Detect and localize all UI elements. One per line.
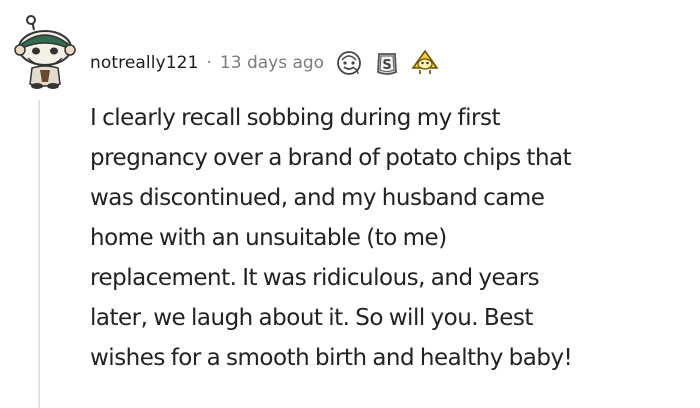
comment-body-line: home with an unsuitable (to me) <box>90 225 447 251</box>
comment-timestamp[interactable]: 13 days ago <box>220 53 324 73</box>
comment-body-line: later, we laugh about it. So will you. B… <box>90 305 533 331</box>
thread-line[interactable] <box>38 100 40 408</box>
meta-separator: · <box>206 53 212 73</box>
helpful-award-icon[interactable] <box>410 48 440 78</box>
comment-header: notreally121 · 13 days ago S <box>90 48 448 78</box>
snoo-avatar-icon <box>14 15 76 89</box>
comment-body-line: was discontinued, and my husband came <box>90 185 545 211</box>
comment: notreally121 · 13 days ago S I clearly r… <box>0 0 700 408</box>
comment-body-line: replacement. It was ridiculous, and year… <box>90 265 540 291</box>
user-avatar[interactable] <box>12 14 78 90</box>
comment-body-line: I clearly recall sobbing during my first <box>90 105 501 131</box>
comment-body-line: wishes for a smooth birth and healthy ba… <box>90 345 573 371</box>
svg-text:S: S <box>382 58 391 73</box>
comment-body: I clearly recall sobbing during my first… <box>90 98 690 378</box>
awards-list: S <box>334 48 448 78</box>
username-link[interactable]: notreally121 <box>90 53 199 73</box>
wholesome-face-award-icon[interactable] <box>334 48 364 78</box>
comment-body-line: pregnancy over a brand of potato chips t… <box>90 145 572 171</box>
silver-award-icon[interactable]: S <box>372 48 402 78</box>
